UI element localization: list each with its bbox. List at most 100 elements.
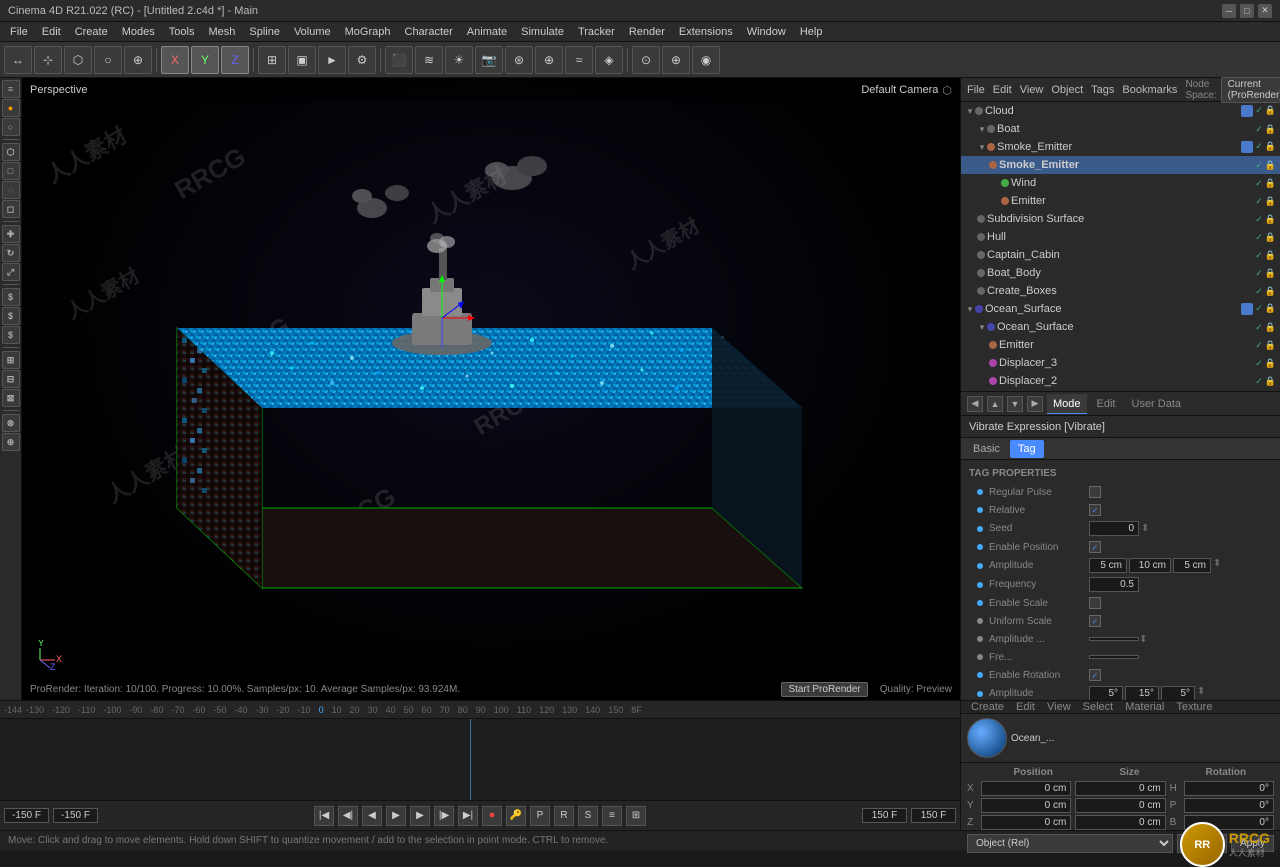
tree-check-boat-body[interactable]: ✓	[1255, 268, 1263, 279]
rh-tags[interactable]: Tags	[1091, 84, 1114, 96]
rh-bookmarks[interactable]: Bookmarks	[1122, 84, 1177, 96]
tree-check-smoke-p[interactable]: ✓	[1255, 141, 1263, 153]
tool-polygon[interactable]: ⬡	[64, 46, 92, 74]
br-tab-material[interactable]: Material	[1121, 701, 1168, 713]
btn-record-scale[interactable]: S	[578, 806, 598, 826]
tree-item-ocean-group[interactable]: ▾ Ocean_Surface ✓ 🔒	[961, 300, 1280, 318]
minimize-button[interactable]: ─	[1222, 4, 1236, 18]
tree-check-captain[interactable]: ✓	[1255, 250, 1263, 261]
viewport[interactable]: 人人素材 RRCG 人人素材 RRCG 人人素材 RRCG 人人素材 RRCG …	[22, 78, 960, 700]
btn-next-frame[interactable]: ▶	[410, 806, 430, 826]
menu-edit[interactable]: Edit	[36, 23, 67, 41]
tree-lock-ocean-group[interactable]: 🔒	[1265, 303, 1276, 315]
tree-item-emitter2[interactable]: Emitter ✓ 🔒	[961, 336, 1280, 354]
left-tool-2[interactable]: $	[2, 307, 20, 325]
check-enable-position[interactable]	[1089, 541, 1101, 553]
tool-render-region[interactable]: ▣	[288, 46, 316, 74]
left-tool-8[interactable]: ⊕	[2, 433, 20, 451]
prop-nav-up[interactable]: ▲	[987, 396, 1003, 412]
tree-item-displacer3[interactable]: Displacer_3 ✓ 🔒	[961, 354, 1280, 372]
br-tab-select[interactable]: Select	[1079, 701, 1118, 713]
tree-lock-ocean-s[interactable]: 🔒	[1265, 322, 1276, 333]
tool-y-axis[interactable]: Y	[191, 46, 219, 74]
tree-lock-smoke-p[interactable]: 🔒	[1265, 141, 1276, 153]
node-space-value[interactable]: Current (ProRender)	[1221, 77, 1280, 103]
tree-tag-ocean-group[interactable]	[1241, 303, 1253, 315]
tool-z-axis[interactable]: Z	[221, 46, 249, 74]
tree-lock-wind[interactable]: 🔒	[1265, 178, 1276, 189]
left-tool-poly-lasso[interactable]: ◻	[2, 200, 20, 218]
tree-item-subdiv[interactable]: Subdivision Surface ✓ 🔒	[961, 210, 1280, 228]
btn-motion-clip[interactable]: ≡	[602, 806, 622, 826]
rot-amp-spinner[interactable]: ⬍	[1197, 686, 1205, 700]
tree-tag-smoke-p[interactable]	[1241, 141, 1253, 153]
coord-mode-select[interactable]: Object (Rel) World	[967, 834, 1173, 853]
tree-check-smoke[interactable]: ✓	[1255, 160, 1263, 171]
pos-y-value[interactable]	[981, 798, 1071, 813]
rh-edit[interactable]: Edit	[993, 84, 1012, 96]
check-relative[interactable]	[1089, 504, 1101, 516]
br-tab-view[interactable]: View	[1043, 701, 1075, 713]
object-tree[interactable]: ▾ Cloud ✓ 🔒 ▾ Boat ✓ 🔒	[961, 102, 1280, 392]
menu-character[interactable]: Character	[399, 23, 459, 41]
tree-item-boat[interactable]: ▾ Boat ✓ 🔒	[961, 120, 1280, 138]
tree-lock-boxes[interactable]: 🔒	[1265, 286, 1276, 297]
tree-item-create-boxes[interactable]: Create_Boxes ✓ 🔒	[961, 282, 1280, 300]
start-frame-field[interactable]: -150 F	[4, 808, 49, 823]
btn-goto-start[interactable]: |◀	[314, 806, 334, 826]
tree-item-emitter1[interactable]: Emitter ✓ 🔒	[961, 192, 1280, 210]
tree-item-boat-body[interactable]: Boat_Body ✓ 🔒	[961, 264, 1280, 282]
start-prerender-button[interactable]: Start ProRender	[781, 682, 867, 697]
tree-check-hull[interactable]: ✓	[1255, 232, 1263, 243]
tool-material[interactable]: ◉	[692, 46, 720, 74]
btn-timeline[interactable]: ⊞	[626, 806, 646, 826]
rh-file[interactable]: File	[967, 84, 985, 96]
tree-lock-emitter1[interactable]: 🔒	[1265, 196, 1276, 207]
size-z-value[interactable]	[1075, 815, 1165, 830]
input-amp-z[interactable]: 5 cm	[1173, 558, 1211, 573]
tool-hair[interactable]: ≈	[565, 46, 593, 74]
end-frame-field[interactable]: 150 F	[862, 808, 907, 823]
tree-item-wind[interactable]: Wind ✓ 🔒	[961, 174, 1280, 192]
tool-snap[interactable]: ⊙	[632, 46, 660, 74]
check-enable-rotation[interactable]	[1089, 669, 1101, 681]
size-x-value[interactable]	[1075, 781, 1165, 796]
br-tab-edit[interactable]: Edit	[1012, 701, 1039, 713]
menu-animate[interactable]: Animate	[461, 23, 513, 41]
left-tool-rotate[interactable]: ↻	[2, 244, 20, 262]
tree-tag-cloud[interactable]	[1241, 105, 1253, 117]
menu-extensions[interactable]: Extensions	[673, 23, 739, 41]
tree-item-smoke-emitter[interactable]: Smoke_Emitter ✓ 🔒	[961, 156, 1280, 174]
size-y-value[interactable]	[1075, 798, 1165, 813]
close-button[interactable]: ✕	[1258, 4, 1272, 18]
tool-circle[interactable]: ○	[94, 46, 122, 74]
tree-check-boxes[interactable]: ✓	[1255, 286, 1263, 297]
tree-expand-smoke-p[interactable]: ▾	[977, 142, 987, 152]
tool-camera[interactable]: 📷	[475, 46, 503, 74]
left-tool-spline-mode[interactable]: ○	[2, 118, 20, 136]
pos-x-value[interactable]	[981, 781, 1071, 796]
left-tool-6[interactable]: ⊠	[2, 389, 20, 407]
left-tool-7[interactable]: ⊗	[2, 414, 20, 432]
input-amp-x[interactable]: 5 cm	[1089, 558, 1127, 573]
material-preview[interactable]	[967, 718, 1007, 758]
pos-z-value[interactable]	[981, 815, 1071, 830]
tree-lock-emitter2[interactable]: 🔒	[1265, 340, 1276, 351]
left-tool-object[interactable]: ●	[2, 99, 20, 117]
btn-next-key[interactable]: |▶	[434, 806, 454, 826]
current-frame-field[interactable]: -150 F	[53, 808, 98, 823]
menu-tools[interactable]: Tools	[163, 23, 201, 41]
seed-spinner[interactable]: ⬍	[1141, 523, 1149, 534]
menu-window[interactable]: Window	[741, 23, 792, 41]
prop-nav-back[interactable]: ◀	[967, 396, 983, 412]
br-tab-texture[interactable]: Texture	[1172, 701, 1216, 713]
tree-check-emitter2[interactable]: ✓	[1255, 340, 1263, 351]
menu-volume[interactable]: Volume	[288, 23, 337, 41]
end-frame-field2[interactable]: 150 F	[911, 808, 956, 823]
input-rot-x[interactable]: 5°	[1089, 686, 1123, 700]
prop-nav-forward[interactable]: ▶	[1027, 396, 1043, 412]
tree-expand-boat[interactable]: ▾	[977, 124, 987, 134]
tree-check-subdiv[interactable]: ✓	[1255, 214, 1263, 225]
tree-lock-hull[interactable]: 🔒	[1265, 232, 1276, 243]
input-amp-y[interactable]: 10 cm	[1129, 558, 1171, 573]
